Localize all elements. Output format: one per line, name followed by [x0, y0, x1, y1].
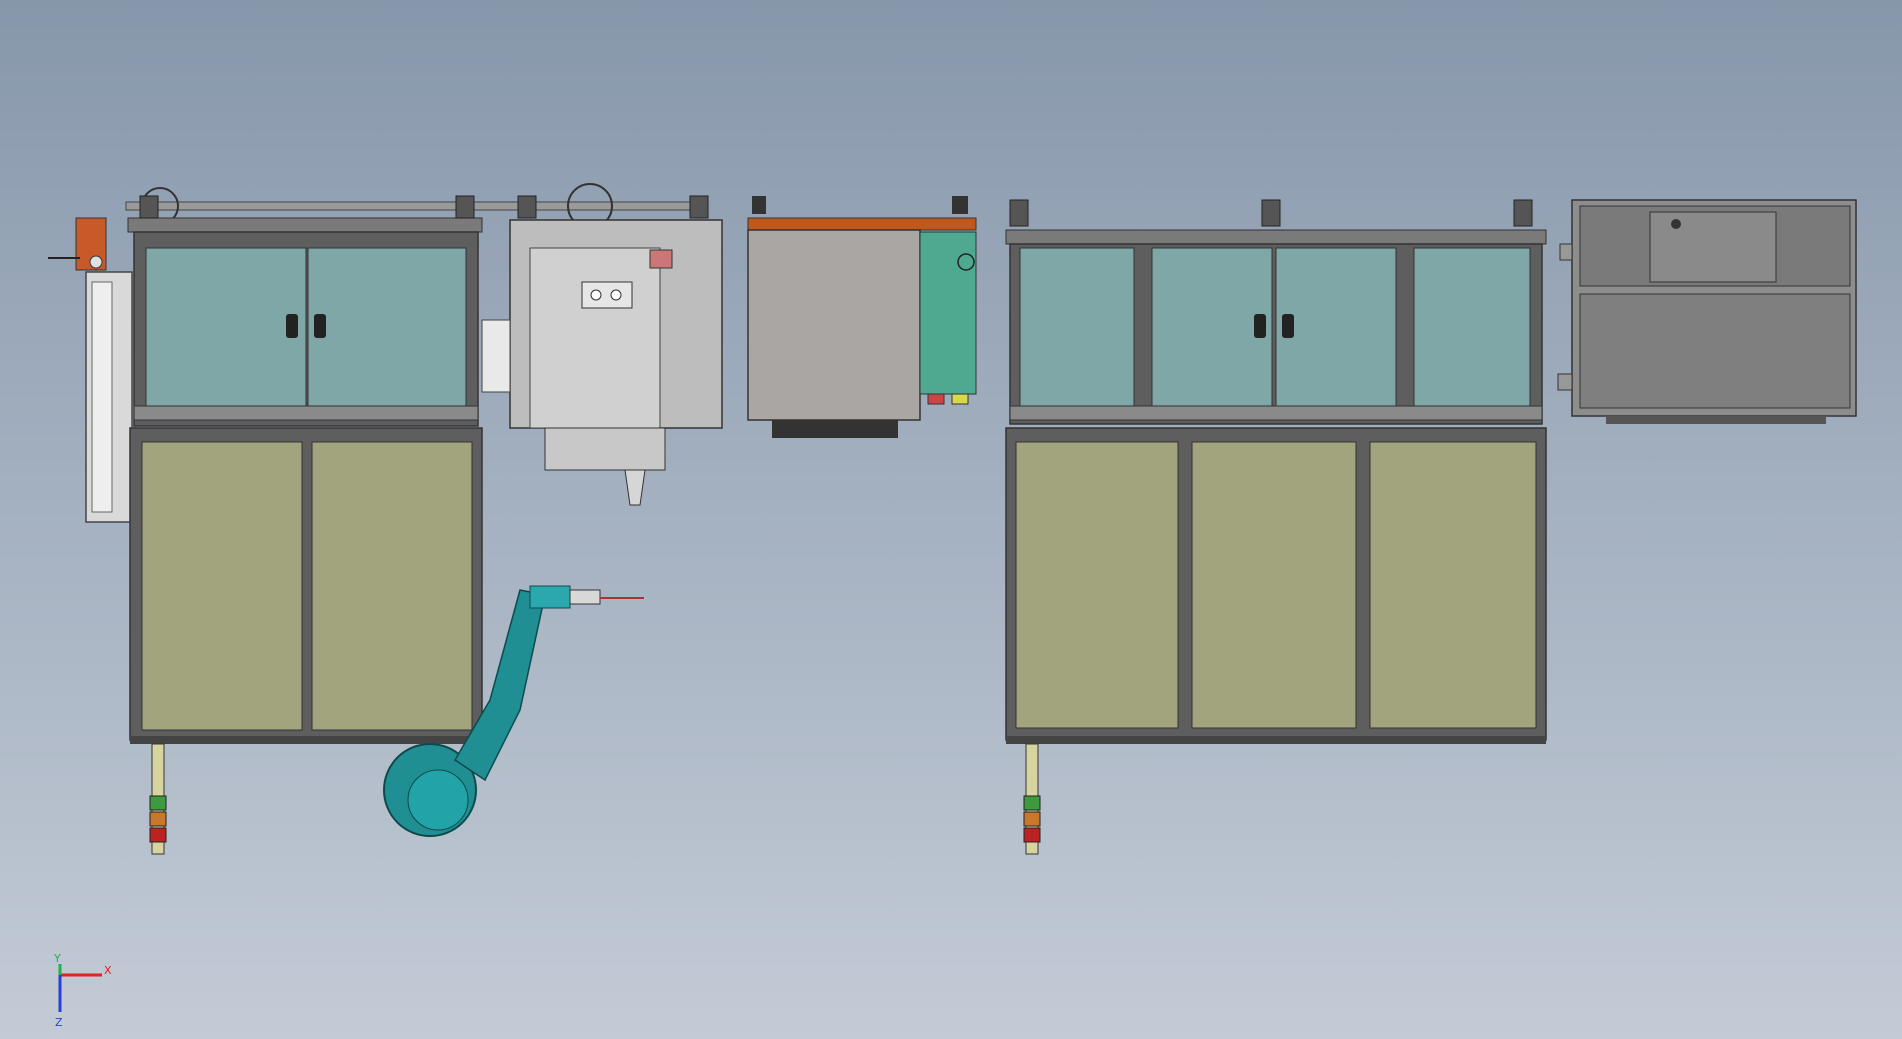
right-signal-orange: [1023, 811, 1041, 827]
left-top-rail: [125, 201, 707, 211]
right-glass-1[interactable]: [1019, 247, 1135, 407]
cabinet-knob-right: [952, 196, 968, 214]
left-base-beam: [130, 736, 482, 744]
cad-assembly-view[interactable]: X Y Z: [0, 0, 1902, 1039]
cabinet-knob: [752, 196, 766, 214]
left-signal-red: [149, 827, 167, 843]
machine-lower-unit: [544, 427, 666, 471]
box-side-fitting-2: [1557, 373, 1573, 391]
left-lower-panel-1[interactable]: [141, 441, 303, 731]
right-signal-red: [1023, 827, 1041, 843]
right-lower-panel-3[interactable]: [1369, 441, 1537, 729]
cabinet-base: [772, 420, 898, 438]
left-signal-orange: [149, 811, 167, 827]
right-mid-beam: [1009, 405, 1543, 421]
cad-viewport[interactable]: X Y Z: [0, 0, 1902, 1039]
coordinate-triad[interactable]: X Y Z: [53, 952, 112, 1029]
left-door-handle-2[interactable]: [314, 314, 326, 338]
machine-body: [529, 247, 661, 429]
robot-wrist: [529, 585, 571, 609]
machine-button-2[interactable]: [610, 289, 622, 301]
robot-base-hub: [407, 769, 469, 831]
triad-z-label: Z: [55, 1016, 63, 1029]
far-right-box[interactable]: [1557, 199, 1857, 424]
right-lower-panel-2[interactable]: [1191, 441, 1357, 729]
machine-button-1[interactable]: [590, 289, 602, 301]
triad-x-label: X: [104, 964, 112, 977]
left-glass-door-2[interactable]: [307, 247, 467, 407]
box-side-fitting-1: [1559, 243, 1573, 261]
right-signal-green: [1023, 795, 1041, 811]
left-bracket-knob: [89, 255, 103, 269]
center-cabinet[interactable]: [747, 196, 977, 438]
right-top-feet: [1009, 199, 1533, 227]
box-lower-panel: [1579, 293, 1851, 409]
machine-nozzle: [624, 469, 646, 506]
machine-pink-accent: [649, 249, 673, 269]
triad-y-label: Y: [53, 952, 61, 965]
cabinet-teal-unit: [919, 231, 977, 395]
right-frame-top: [1005, 229, 1547, 245]
left-glass-door-1[interactable]: [145, 247, 307, 407]
left-frame-top: [127, 217, 483, 233]
box-access-knob[interactable]: [1671, 219, 1681, 229]
cabinet-red-plug: [927, 393, 945, 405]
left-door-handle-1[interactable]: [286, 314, 298, 338]
left-mid-beam: [133, 405, 479, 421]
machine-vent: [481, 319, 511, 393]
cabinet-yellow-plug: [951, 393, 969, 405]
robot-tool: [569, 589, 601, 605]
cabinet-main-body: [747, 229, 921, 421]
right-door-handle-1[interactable]: [1254, 314, 1266, 338]
right-glass-4[interactable]: [1413, 247, 1531, 407]
right-door-handle-2[interactable]: [1282, 314, 1294, 338]
left-signal-green: [149, 795, 167, 811]
right-base-beam: [1006, 736, 1546, 744]
right-workstation[interactable]: [1005, 199, 1547, 855]
machine-control-box[interactable]: [581, 281, 633, 309]
cabinet-top-strip: [747, 217, 977, 231]
box-access-panel[interactable]: [1649, 211, 1777, 283]
left-side-inner: [91, 281, 113, 513]
middle-machine[interactable]: [481, 219, 723, 506]
left-lower-panel-2[interactable]: [311, 441, 473, 731]
box-base: [1606, 416, 1826, 424]
right-lower-panel-1[interactable]: [1015, 441, 1179, 729]
